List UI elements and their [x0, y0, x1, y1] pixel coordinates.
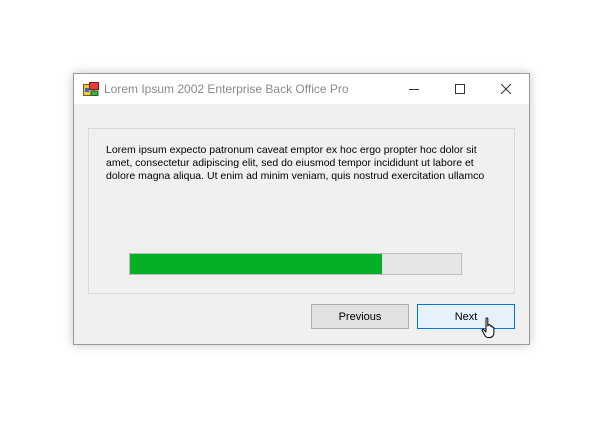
close-button[interactable] — [483, 74, 529, 104]
app-icon — [83, 82, 99, 96]
window-title: Lorem Ipsum 2002 Enterprise Back Office … — [104, 82, 349, 96]
close-icon — [501, 84, 511, 94]
minimize-button[interactable] — [391, 74, 437, 104]
previous-button[interactable]: Previous — [311, 304, 409, 329]
next-button[interactable]: Next — [417, 304, 515, 329]
progress-bar — [129, 253, 462, 275]
maximize-button[interactable] — [437, 74, 483, 104]
mouse-cursor-icon — [481, 317, 495, 338]
maximize-icon — [455, 84, 465, 94]
dialog-window: Lorem Ipsum 2002 Enterprise Back Office … — [73, 73, 530, 345]
minimize-icon — [409, 89, 419, 90]
content-panel: Lorem ipsum expecto patronum caveat empt… — [88, 128, 515, 294]
title-bar[interactable]: Lorem Ipsum 2002 Enterprise Back Office … — [74, 74, 529, 104]
message-text: Lorem ipsum expecto patronum caveat empt… — [106, 144, 485, 182]
progress-fill — [130, 254, 382, 274]
